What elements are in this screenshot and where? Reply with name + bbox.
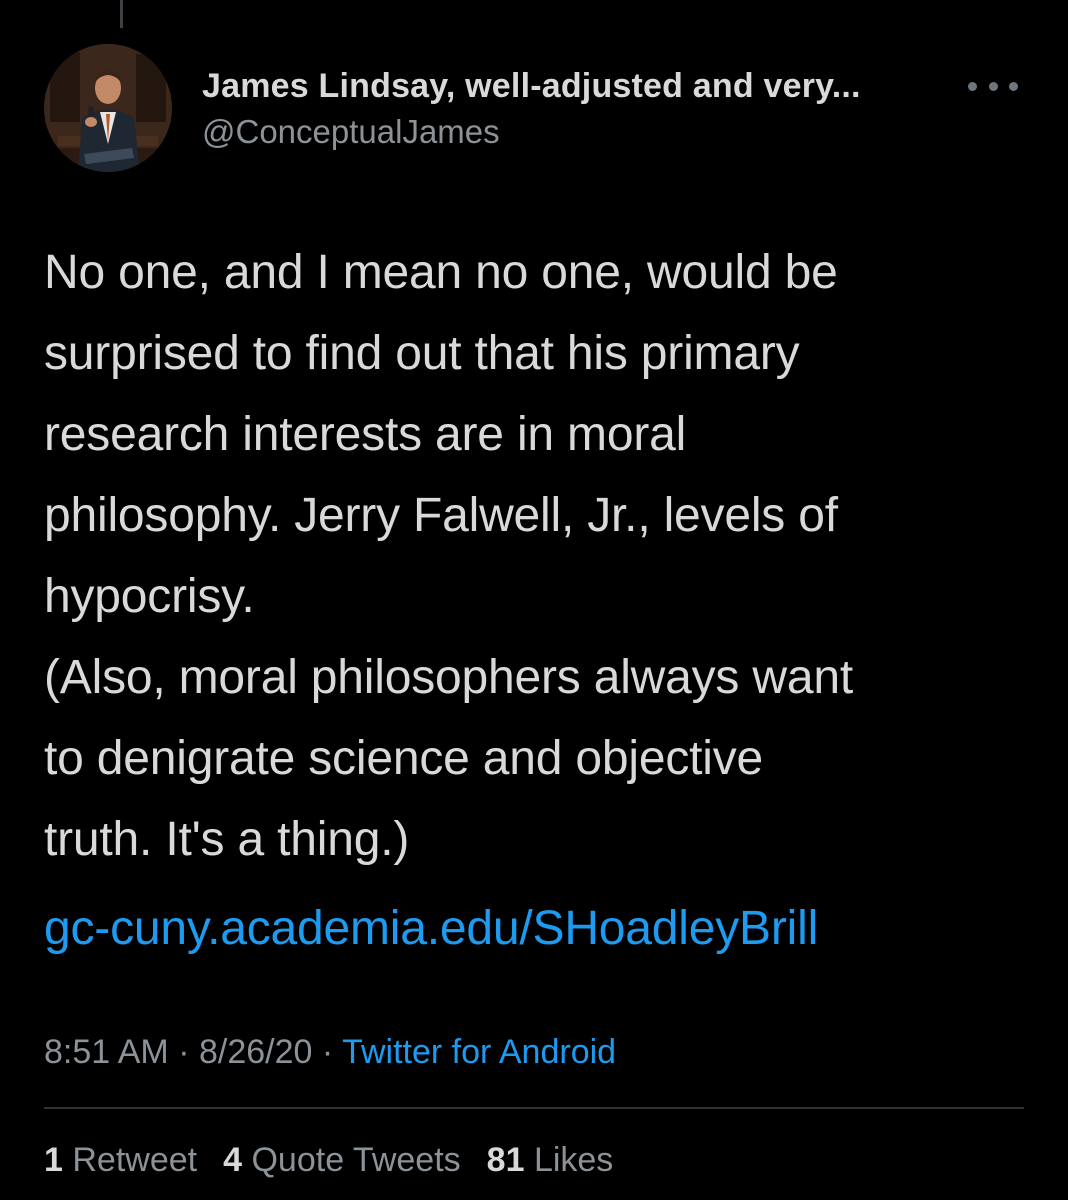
- meta-separator: ·: [178, 1033, 190, 1071]
- tweet-source[interactable]: Twitter for Android: [342, 1033, 616, 1071]
- engagement-stats: 1 Retweet 4 Quote Tweets 81 Likes: [44, 1138, 613, 1182]
- avatar[interactable]: [44, 44, 172, 172]
- thread-connector-line: [120, 0, 123, 28]
- retweets-label: Retweet: [72, 1141, 198, 1179]
- quote-tweets-stat[interactable]: 4 Quote Tweets: [223, 1138, 461, 1182]
- more-horizontal-icon-dot-2: [988, 81, 998, 91]
- tweet-url-link[interactable]: gc-cuny.academia.edu/SHoadleyBrill: [44, 888, 818, 969]
- more-horizontal-icon-dot-3: [1009, 81, 1018, 91]
- author-names[interactable]: James Lindsay, well-adjusted and very...…: [202, 64, 962, 154]
- divider: [44, 1107, 1024, 1109]
- tweet-time[interactable]: 8:51 AM: [44, 1033, 169, 1071]
- retweets-stat[interactable]: 1 Retweet: [44, 1138, 197, 1182]
- tweet-date[interactable]: 8/26/20: [199, 1033, 312, 1071]
- tweet-body-text: No one, and I mean no one, would be surp…: [44, 246, 853, 866]
- retweets-count: 1: [44, 1141, 63, 1179]
- more-horizontal-icon: [968, 81, 977, 91]
- tweet-metadata: 8:51 AM · 8/26/20 · Twitter for Android: [44, 1030, 616, 1074]
- more-options-button[interactable]: [968, 74, 1018, 98]
- likes-count: 81: [486, 1141, 525, 1179]
- author-display-name[interactable]: James Lindsay, well-adjusted and very...: [202, 64, 962, 108]
- quote-tweets-label: Quote Tweets: [251, 1141, 461, 1179]
- likes-stat[interactable]: 81 Likes: [487, 1138, 614, 1182]
- quote-tweets-count: 4: [223, 1141, 243, 1179]
- author-handle[interactable]: @ConceptualJames: [202, 110, 962, 154]
- tweet-header: James Lindsay, well-adjusted and very...…: [44, 44, 1024, 176]
- likes-label: Likes: [533, 1141, 614, 1179]
- meta-separator: ·: [321, 1033, 334, 1071]
